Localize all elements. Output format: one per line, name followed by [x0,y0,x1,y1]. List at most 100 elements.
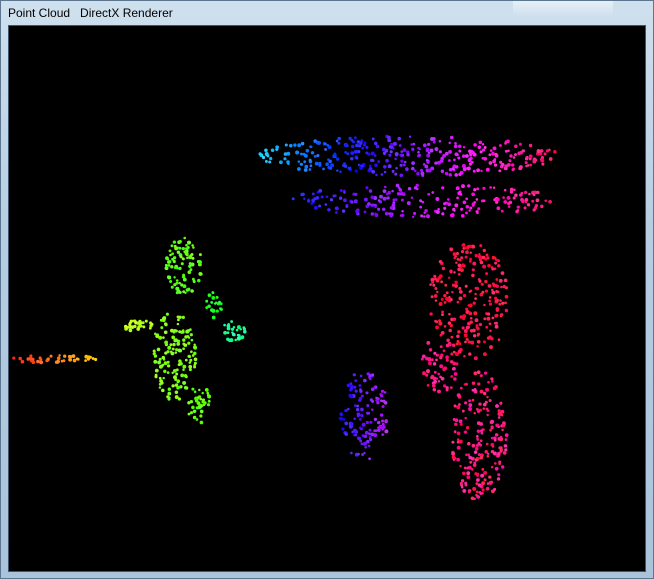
tabletop-point [429,148,434,153]
tabletop-point [371,159,375,162]
tabletop-point [339,170,342,173]
tabletop-point [308,158,312,162]
tabletop-point [504,149,508,153]
leg-point [437,389,441,394]
tabletop-point [482,186,486,190]
leg-point [491,380,494,383]
person-point [138,324,143,328]
person-point [220,308,223,311]
person-point [181,257,185,261]
leg-point [501,465,505,469]
tabletop-point [539,153,543,156]
person-point [172,256,177,260]
tabletop-point [432,140,436,144]
leg-point [457,273,461,276]
leg-point [474,318,479,323]
leg-point [487,284,492,288]
render-viewport[interactable] [8,25,646,572]
tabletop-point [363,210,367,214]
tabletop-point [399,163,403,167]
person-point [158,386,162,389]
person-point [199,397,203,401]
tabletop-point [386,192,389,196]
tabletop-point [468,149,472,153]
person-point [234,338,238,342]
leg-point [486,413,489,417]
leg-point [463,466,467,470]
tabletop-point [350,200,354,204]
object-point [373,417,378,422]
leg-point [471,381,476,385]
object-point [355,407,360,412]
object-point [353,404,357,407]
title-bar[interactable]: Point Cloud DirectX Renderer [1,1,653,25]
streak-point [58,354,61,357]
streak-point [68,357,73,362]
person-point [154,373,158,377]
person-point [182,284,187,289]
person-point [153,359,158,364]
leg-point [473,412,476,415]
leg-point [491,255,496,260]
leg-point [461,244,464,247]
person-point [204,388,209,392]
tabletop-point [354,192,358,196]
leg-point [432,283,436,287]
object-point [384,419,388,422]
leg-point [445,343,450,348]
leg-point [483,478,487,482]
leg-point [495,278,499,281]
tabletop-point [540,204,544,209]
person-point [193,357,198,362]
tabletop-point [488,161,493,165]
tabletop-point [370,195,374,199]
tabletop-point [518,142,522,146]
person-point [172,240,177,244]
object-point [382,399,386,403]
streak-point [49,354,53,358]
tabletop-point [304,154,308,158]
streak-point [94,357,98,362]
person-point [218,300,221,304]
leg-point [464,255,468,259]
tabletop-point [419,168,424,172]
person-point [153,332,157,336]
person-point [181,330,185,334]
person-point [168,249,172,253]
person-point [230,320,234,323]
streak-point [88,355,92,359]
tabletop-point [509,154,513,158]
tabletop-point [374,212,377,215]
tabletop-point [297,167,301,171]
leg-point [467,453,471,457]
tabletop-point [344,151,347,154]
person-point [181,246,185,251]
leg-point [454,352,459,357]
leg-point [493,321,497,325]
leg-point [485,486,490,491]
leg-point [468,352,472,356]
tabletop-point [503,188,507,192]
tabletop-point [413,211,417,215]
leg-point [478,402,482,406]
tabletop-point [494,152,498,157]
leg-point [437,372,441,376]
tabletop-point [313,154,317,158]
tabletop-point [353,150,358,154]
person-point [174,390,179,394]
tabletop-point [391,169,395,173]
tabletop-point [524,200,528,204]
tabletop-point [420,214,424,218]
tabletop-point [269,156,273,161]
person-point [190,289,194,293]
person-point [166,364,171,368]
person-point [176,266,179,270]
person-point [170,265,174,269]
person-point [182,368,185,371]
leg-point [499,313,504,317]
object-point [353,417,356,420]
leg-point [455,362,459,366]
leg-point [497,338,501,341]
tabletop-point [514,153,517,157]
object-point [358,384,362,387]
